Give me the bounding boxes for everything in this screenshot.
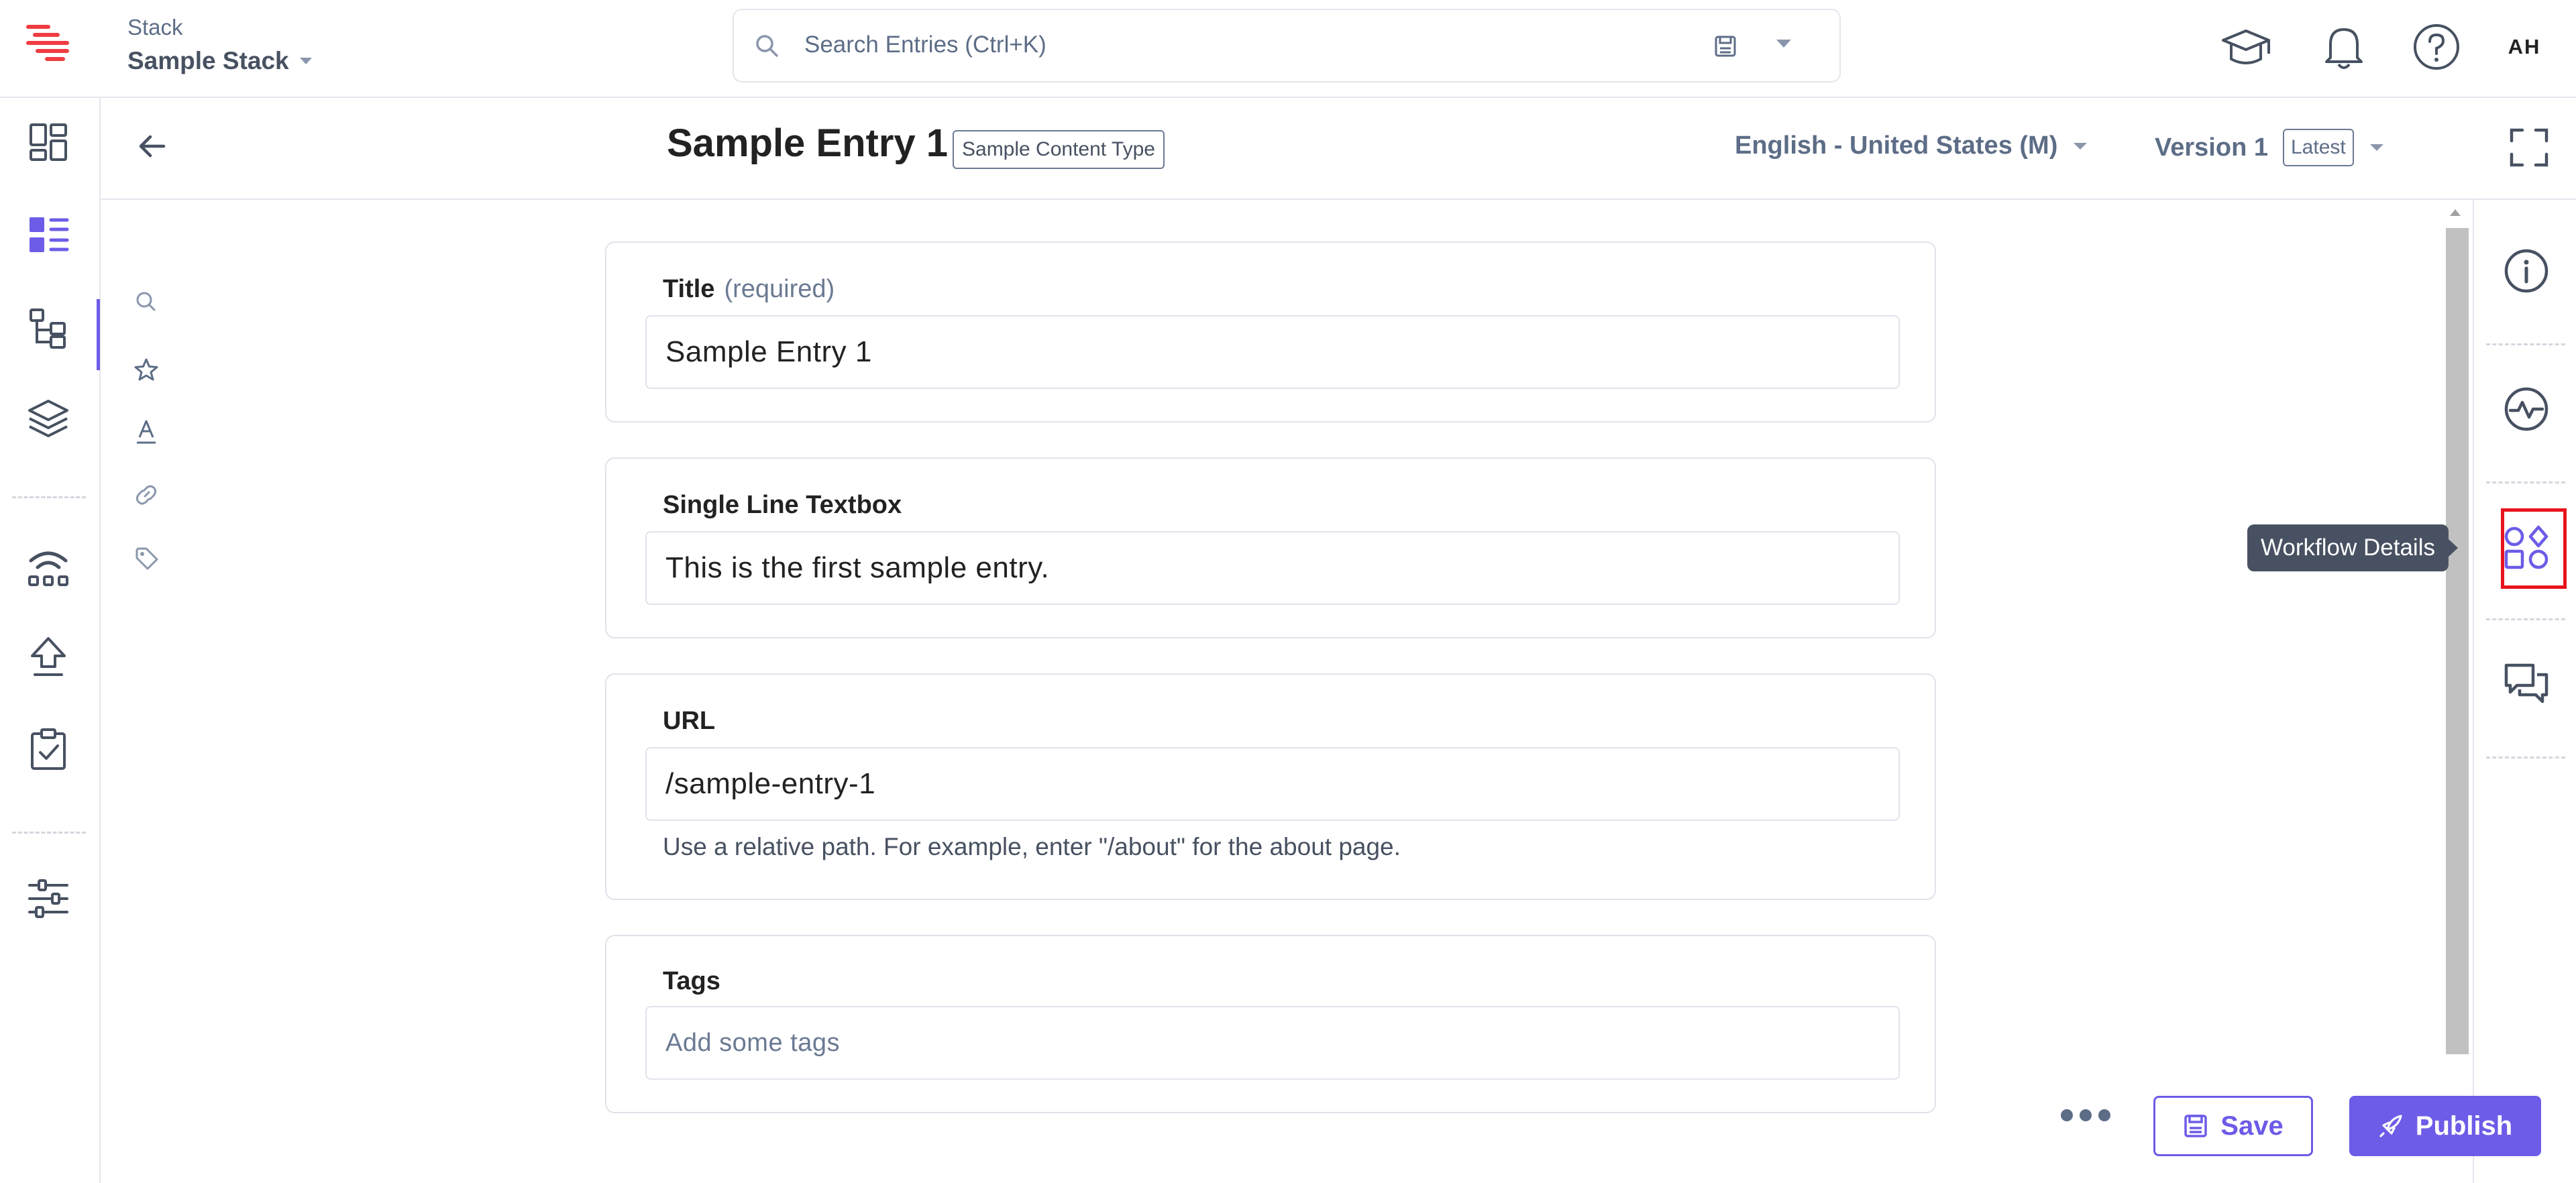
scroll-up-arrow-icon[interactable] bbox=[2449, 208, 2462, 217]
releases-icon[interactable] bbox=[25, 543, 71, 589]
search-options-caret-icon[interactable] bbox=[1775, 38, 1792, 49]
workflow-details-tooltip: Workflow Details bbox=[2247, 524, 2458, 571]
tasks-icon[interactable] bbox=[25, 727, 71, 773]
save-button[interactable]: Save bbox=[2153, 1096, 2313, 1156]
save-icon bbox=[2184, 1115, 2208, 1137]
locale-selector[interactable]: English - United States (M) bbox=[1735, 131, 2088, 160]
sidebar-divider bbox=[2486, 482, 2565, 484]
caret-down-icon bbox=[299, 58, 312, 64]
avatar[interactable]: AH bbox=[2496, 18, 2553, 76]
dot bbox=[2098, 1109, 2110, 1121]
required-qualifier: (required) bbox=[724, 275, 835, 303]
link-icon[interactable] bbox=[133, 482, 160, 508]
settings-icon[interactable] bbox=[25, 876, 71, 921]
top-header: Stack Sample Stack Search Entries (Ctrl+… bbox=[0, 0, 2576, 98]
right-sidebar bbox=[2473, 200, 2576, 1183]
search-bar[interactable]: Search Entries (Ctrl+K) bbox=[733, 9, 1841, 82]
nav-divider bbox=[12, 832, 86, 834]
save-button-label: Save bbox=[2220, 1111, 2284, 1141]
search-field-icon[interactable] bbox=[133, 288, 160, 315]
back-arrow-icon[interactable] bbox=[134, 127, 172, 165]
title-input[interactable]: Sample Entry 1 bbox=[645, 315, 1900, 389]
latest-badge: Latest bbox=[2282, 129, 2354, 166]
caret-down-icon bbox=[2369, 144, 2383, 151]
sidebar-divider bbox=[2486, 756, 2565, 758]
version-label: Version 1 bbox=[2155, 133, 2268, 162]
dot bbox=[2080, 1109, 2092, 1121]
sidebar-divider bbox=[2486, 618, 2565, 620]
text-format-icon[interactable] bbox=[133, 418, 160, 445]
workflow-details-highlight bbox=[2501, 508, 2567, 589]
star-icon[interactable] bbox=[133, 357, 160, 384]
entries-icon[interactable] bbox=[25, 212, 71, 258]
title-field-card: Title (required) Sample Entry 1 bbox=[605, 241, 1936, 422]
url-help-text: Use a relative path. For example, enter … bbox=[663, 833, 1401, 860]
publish-button-label: Publish bbox=[2415, 1111, 2513, 1141]
rocket-icon bbox=[2379, 1115, 2402, 1137]
activity-icon[interactable] bbox=[2502, 385, 2551, 433]
entry-title: Sample Entry 1 bbox=[667, 121, 949, 165]
url-input[interactable]: /sample-entry-1 bbox=[645, 747, 1900, 821]
search-icon bbox=[754, 33, 781, 60]
assets-icon[interactable] bbox=[25, 396, 71, 441]
left-nav bbox=[0, 98, 101, 1183]
title-field-label-text: Title bbox=[663, 275, 715, 303]
nav-divider bbox=[12, 496, 86, 498]
academy-icon[interactable] bbox=[2218, 19, 2274, 75]
sidebar-divider bbox=[2486, 343, 2565, 345]
scrollbar-thumb[interactable] bbox=[2446, 228, 2469, 1054]
stack-name: Sample Stack bbox=[127, 47, 289, 74]
info-icon[interactable] bbox=[2502, 247, 2551, 295]
content-models-icon[interactable] bbox=[25, 306, 71, 351]
title-field-label: Title (required) bbox=[663, 275, 835, 304]
stack-label: Stack bbox=[127, 15, 183, 40]
help-icon[interactable] bbox=[2408, 19, 2465, 75]
comments-icon[interactable] bbox=[2502, 660, 2551, 708]
search-input[interactable]: Search Entries (Ctrl+K) bbox=[804, 32, 1046, 58]
locale-label: English - United States (M) bbox=[1735, 131, 2058, 160]
single-line-input[interactable]: This is the first sample entry. bbox=[645, 531, 1900, 605]
active-nav-indicator bbox=[97, 299, 100, 370]
version-selector[interactable]: Version 1 Latest bbox=[2155, 129, 2385, 166]
single-line-field-card: Single Line Textbox This is the first sa… bbox=[605, 457, 1936, 638]
dashboard-icon[interactable] bbox=[25, 119, 71, 165]
more-options-button[interactable] bbox=[2061, 1109, 2110, 1121]
single-line-field-label: Single Line Textbox bbox=[663, 491, 902, 519]
publish-button[interactable]: Publish bbox=[2349, 1096, 2541, 1156]
save-search-icon[interactable] bbox=[1713, 34, 1737, 58]
fullscreen-icon[interactable] bbox=[2508, 126, 2551, 169]
tags-input[interactable]: Add some tags bbox=[645, 1006, 1900, 1080]
tags-field-card: Tags Add some tags bbox=[605, 935, 1936, 1113]
logo-icon[interactable] bbox=[24, 20, 71, 67]
dot bbox=[2061, 1109, 2073, 1121]
tags-field-label: Tags bbox=[663, 967, 720, 995]
tag-icon[interactable] bbox=[133, 545, 160, 571]
caret-down-icon bbox=[2074, 142, 2088, 150]
content-type-badge[interactable]: Sample Content Type bbox=[953, 130, 1165, 169]
entry-header: Sample Entry 1 Sample Content Type Engli… bbox=[101, 98, 2576, 200]
publish-queue-icon[interactable] bbox=[25, 634, 71, 680]
url-field-label: URL bbox=[663, 707, 716, 735]
bell-icon[interactable] bbox=[2316, 19, 2372, 75]
stack-switcher[interactable]: Sample Stack bbox=[127, 47, 313, 75]
url-field-card: URL /sample-entry-1 Use a relative path.… bbox=[605, 673, 1936, 900]
